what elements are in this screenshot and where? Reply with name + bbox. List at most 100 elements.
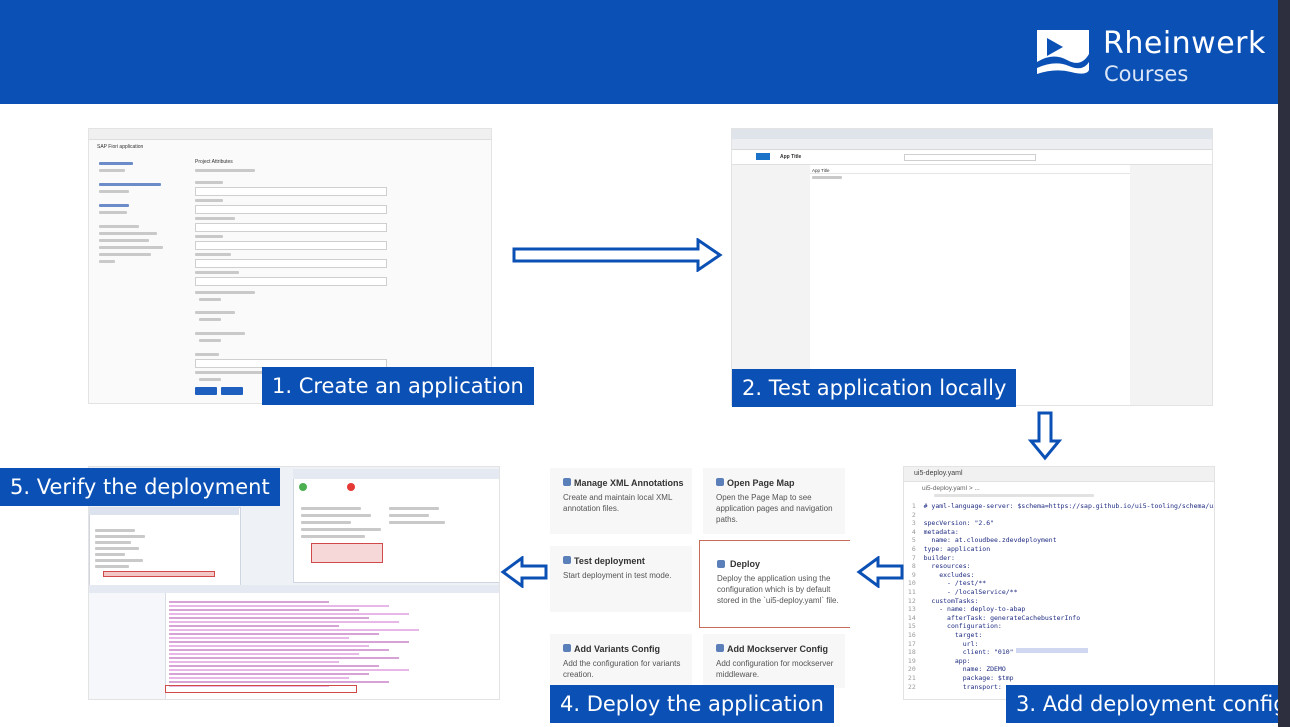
tile-title: Add Variants Config xyxy=(574,644,661,654)
step-4-label: 4. Deploy the application xyxy=(550,685,834,723)
code-line: 8 resources: xyxy=(904,562,971,571)
log-line xyxy=(169,625,339,627)
rheinwerk-logo xyxy=(1037,30,1089,82)
code-line: 15 configuration: xyxy=(904,622,1002,631)
tile-title: Manage XML Annotations xyxy=(574,478,684,488)
code-text: transport: xyxy=(923,682,1006,691)
page-map-icon xyxy=(716,478,724,486)
code-text: metadata: xyxy=(923,527,959,536)
code-text: client: "010" xyxy=(923,648,1014,657)
step-2-label: 2. Test application locally xyxy=(732,369,1017,407)
log-line xyxy=(169,609,359,611)
log-line xyxy=(169,681,389,683)
code-line: 17 url: xyxy=(904,640,982,649)
code-line: 22 transport: xyxy=(904,683,1006,692)
tile-deploy[interactable]: Deploy Deploy the application using the … xyxy=(699,540,850,628)
arrow-right-outline-icon xyxy=(512,238,723,272)
code-line: 16 target: xyxy=(904,631,982,640)
line-number: 16 xyxy=(904,631,924,639)
line-number: 20 xyxy=(904,665,924,674)
code-text: name: ZDEMO xyxy=(923,665,1006,674)
log-line xyxy=(169,649,389,651)
code-text: - /localService/** xyxy=(923,588,1018,596)
test-app-screenshot: App Title App Title xyxy=(731,128,1213,406)
code-text: afterTask: generateCachebusterInfo xyxy=(923,613,1081,622)
tile-title: Test deployment xyxy=(574,556,645,566)
line-number: 11 xyxy=(904,588,924,596)
line-number: 12 xyxy=(904,596,924,605)
log-line xyxy=(169,645,369,647)
line-number: 13 xyxy=(904,605,924,614)
code-text: name: at.cloudbee.zdevdeployment xyxy=(923,536,1057,545)
tile-title: Open Page Map xyxy=(727,478,795,488)
code-text: # yaml-language-server: $schema=https://… xyxy=(923,502,1215,510)
log-line xyxy=(169,673,369,675)
code-line: 7 builder: xyxy=(904,554,955,563)
line-number: 10 xyxy=(904,579,924,588)
code-text: configuration: xyxy=(923,622,1002,631)
tile-open-page-map[interactable]: Open Page Map Open the Page Map to see a… xyxy=(703,468,845,534)
line-number: 4 xyxy=(904,527,924,536)
log-line xyxy=(169,633,379,635)
line-number: 9 xyxy=(904,570,924,579)
line-number: 18 xyxy=(904,648,924,657)
code-text: specVersion: "2.6" xyxy=(923,519,995,528)
step-3-label: 3. Add deployment config xyxy=(1006,685,1278,723)
tile-description: Add configuration for mockserver middlew… xyxy=(716,659,834,679)
code-line: 9 excludes: xyxy=(904,570,975,580)
slide: Rheinwerk Courses SAP Fiori application … xyxy=(0,0,1278,727)
window-edge xyxy=(1278,0,1290,727)
line-number: 15 xyxy=(904,622,924,631)
log-line xyxy=(169,629,419,631)
line-number: 1 xyxy=(904,502,924,510)
line-number: 14 xyxy=(904,613,924,622)
line-number: 6 xyxy=(904,545,924,553)
code-text: app: xyxy=(923,656,971,665)
step-5-label: 5. Verify the deployment xyxy=(0,468,280,506)
code-text: customTasks: xyxy=(923,596,979,605)
create-app-screenshot: SAP Fiori application Project Attributes xyxy=(88,128,492,404)
code-line: 18 client: "010" xyxy=(904,648,1014,657)
code-area[interactable]: 1 # yaml-language-server: $schema=https:… xyxy=(904,502,1214,699)
log-line xyxy=(169,661,339,663)
code-line: 3 specVersion: "2.6" xyxy=(904,519,994,528)
line-number: 22 xyxy=(904,682,924,691)
tile-add-mockserver-config[interactable]: Add Mockserver Config Add configuration … xyxy=(703,634,845,688)
tile-description: Create and maintain local XML annotation… xyxy=(563,493,673,513)
mockserver-icon xyxy=(716,644,724,652)
log-line xyxy=(169,677,349,679)
section-title: Project Attributes xyxy=(195,159,233,165)
tile-description: Open the Page Map to see application pag… xyxy=(716,493,833,524)
header-bar: Rheinwerk Courses xyxy=(0,0,1278,104)
log-line xyxy=(169,669,409,671)
line-number: 17 xyxy=(904,639,924,648)
code-line: 21 package: $tmp xyxy=(904,674,1014,683)
code-line: 6 type: application xyxy=(904,545,990,554)
log-line xyxy=(169,601,329,603)
line-number: 7 xyxy=(904,553,924,562)
tile-add-variants-config[interactable]: Add Variants Config Add the configuratio… xyxy=(550,634,692,688)
log-line xyxy=(169,665,379,667)
arrow-left-outline-icon xyxy=(500,556,548,588)
arrow-down-outline-icon xyxy=(1028,411,1062,461)
tile-description: Add the configuration for variants creat… xyxy=(563,659,681,679)
window-title: SAP Fiori application xyxy=(97,144,144,150)
tile-description: Start deployment in test mode. xyxy=(563,571,672,580)
code-line: 12 customTasks: xyxy=(904,597,978,606)
tile-manage-xml-annotations[interactable]: Manage XML Annotations Create and mainta… xyxy=(550,468,692,534)
code-line: 20 name: ZDEMO xyxy=(904,665,1006,674)
code-text: excludes: xyxy=(923,570,975,579)
code-line: 11 - /localService/** xyxy=(904,588,1018,597)
log-line xyxy=(169,613,409,615)
tile-test-deployment[interactable]: Test deployment Start deployment in test… xyxy=(550,546,692,612)
code-text: type: application xyxy=(923,545,991,553)
log-line xyxy=(169,621,399,623)
code-line: 1 # yaml-language-server: $schema=https:… xyxy=(904,502,1215,511)
code-line: 4 metadata: xyxy=(904,528,959,537)
code-line: 13 - name: deploy-to-abap xyxy=(904,605,1025,614)
line-number: 8 xyxy=(904,562,924,571)
tile-description: Deploy the application using the configu… xyxy=(717,574,839,605)
brand-subtitle: Courses xyxy=(1104,62,1189,86)
editor-tab[interactable]: ui5-deploy.yaml xyxy=(914,470,963,477)
yaml-editor-screenshot: ui5-deploy.yaml ui5-deploy.yaml > ... 1 … xyxy=(903,466,1215,700)
